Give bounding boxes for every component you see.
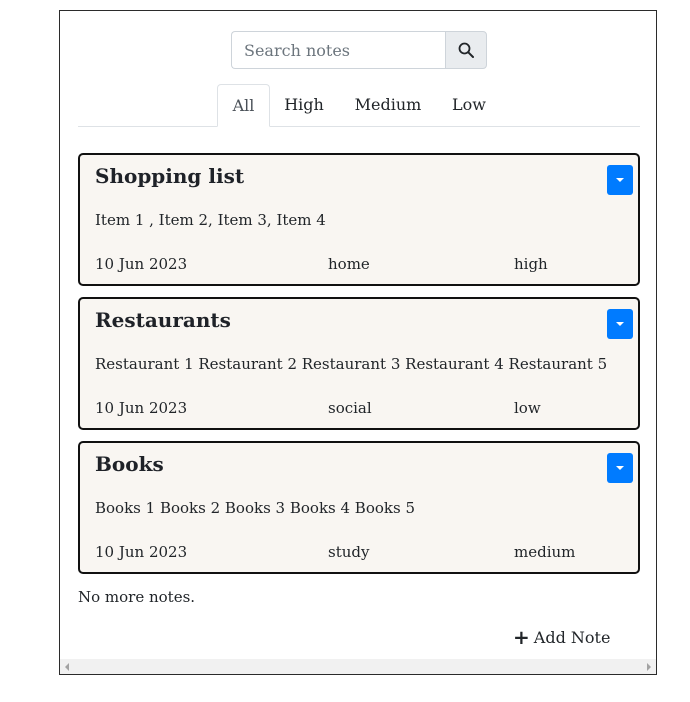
tab-all[interactable]: All	[217, 84, 270, 127]
search-icon	[458, 42, 474, 58]
search-bar	[231, 31, 487, 69]
tab-medium[interactable]: Medium	[348, 84, 428, 126]
horizontal-scrollbar[interactable]	[60, 659, 656, 674]
note-category: home	[328, 255, 370, 273]
caret-down-icon	[616, 178, 624, 182]
add-note-label: Add Note	[533, 627, 611, 647]
note-body: Restaurant 1 Restaurant 2 Restaurant 3 R…	[95, 355, 608, 373]
note-date: 10 Jun 2023	[95, 543, 188, 561]
note-title: Restaurants	[95, 308, 231, 332]
note-category: study	[328, 543, 370, 561]
note-card: Restaurants Restaurant 1 Restaurant 2 Re…	[78, 297, 640, 430]
tab-low[interactable]: Low	[443, 84, 495, 126]
note-card: Shopping list Item 1 , Item 2, Item 3, I…	[78, 153, 640, 286]
notes-app-window: All High Medium Low Shopping list Item 1…	[59, 10, 657, 675]
note-menu-button[interactable]	[607, 309, 633, 339]
note-date: 10 Jun 2023	[95, 255, 188, 273]
note-priority: medium	[514, 543, 576, 561]
scroll-left-icon[interactable]	[65, 663, 69, 671]
note-body: Item 1 , Item 2, Item 3, Item 4	[95, 211, 326, 229]
note-title: Books	[95, 452, 164, 476]
add-note-button[interactable]: + Add Note	[513, 627, 610, 647]
note-menu-button[interactable]	[607, 453, 633, 483]
note-body: Books 1 Books 2 Books 3 Books 4 Books 5	[95, 499, 415, 517]
no-more-notes-text: No more notes.	[78, 588, 196, 606]
note-title: Shopping list	[95, 164, 245, 188]
tab-high[interactable]: High	[275, 84, 333, 126]
note-category: social	[328, 399, 372, 417]
note-card: Books Books 1 Books 2 Books 3 Books 4 Bo…	[78, 441, 640, 574]
scroll-right-icon[interactable]	[647, 663, 651, 671]
search-input[interactable]	[231, 31, 445, 69]
caret-down-icon	[616, 322, 624, 326]
search-button[interactable]	[445, 31, 487, 69]
note-priority: high	[514, 255, 548, 273]
plus-icon: +	[513, 625, 530, 649]
note-menu-button[interactable]	[607, 165, 633, 195]
priority-tabs: All High Medium Low	[78, 84, 640, 127]
note-date: 10 Jun 2023	[95, 399, 188, 417]
caret-down-icon	[616, 466, 624, 470]
note-priority: low	[514, 399, 541, 417]
